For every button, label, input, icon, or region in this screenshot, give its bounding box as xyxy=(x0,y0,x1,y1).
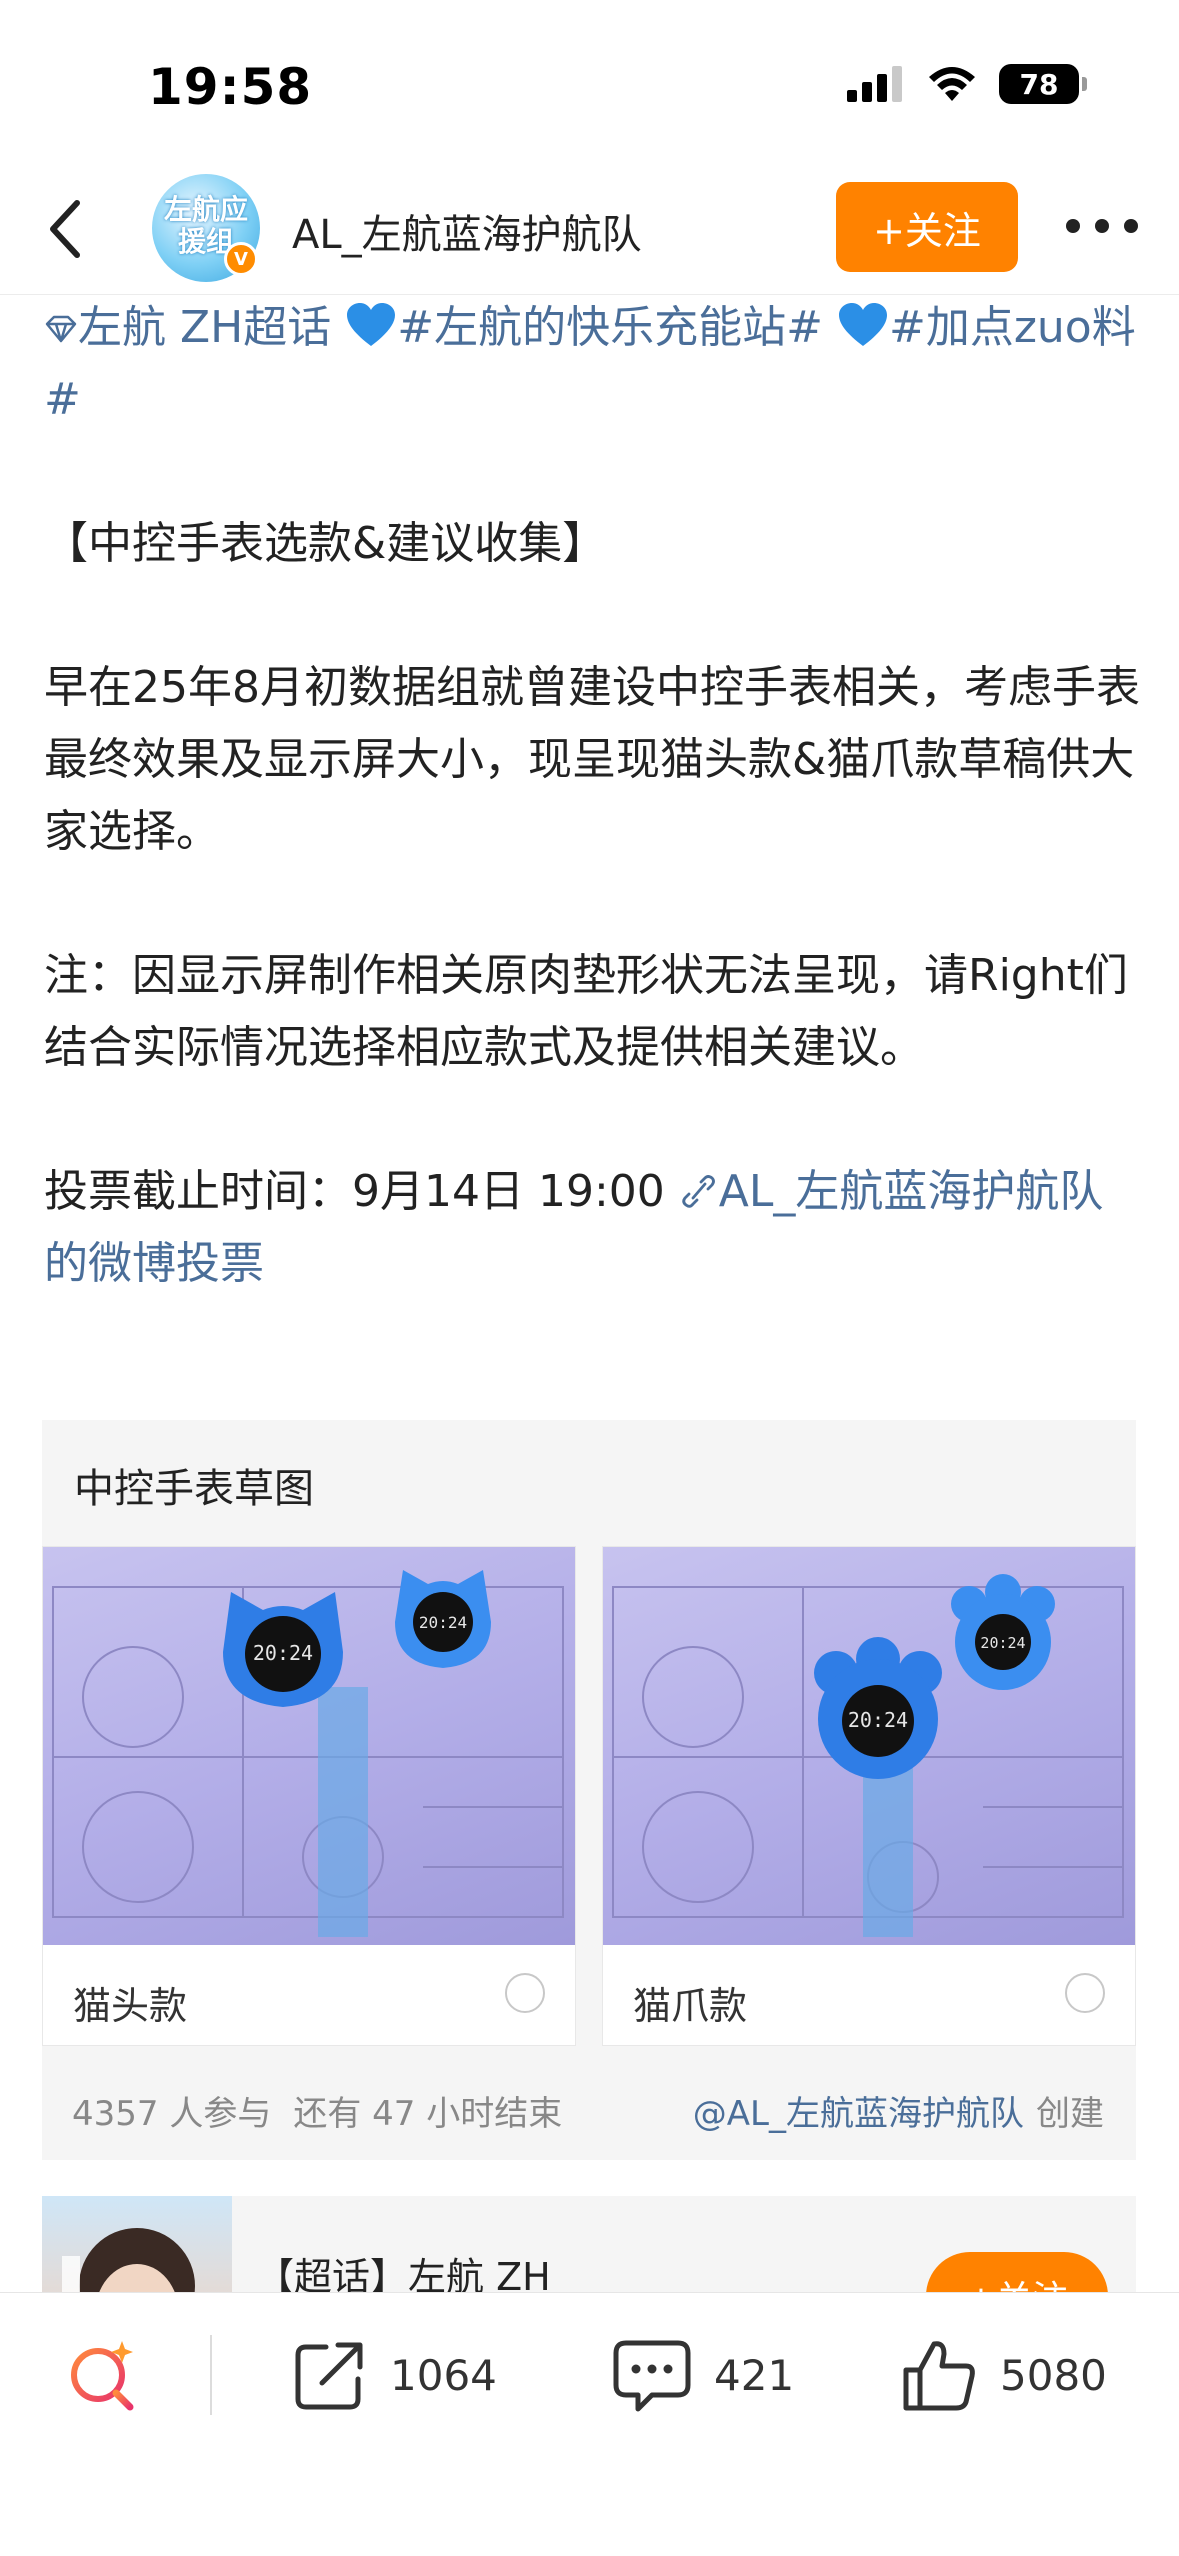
more-dot-icon xyxy=(1066,219,1080,233)
poll-card: 中控手表草图 20:24 20:24 猫头款 20:24 20:24 猫爪款 4… xyxy=(42,1420,1136,2160)
blue-heart-icon xyxy=(838,303,887,346)
cat-head-watch-image: 20:24 20:24 xyxy=(43,1547,575,1945)
super-topic-link[interactable]: 左航 ZH超话 xyxy=(44,302,345,353)
blue-heart-icon xyxy=(347,303,396,346)
poll-title: 中控手表草图 xyxy=(74,1466,314,1512)
post-body: 左航 ZH超话 #左航的快乐充能站# #加点zuo料# 【中控手表选款&建议收集… xyxy=(44,292,1144,1300)
share-count: 1064 xyxy=(390,2350,497,2400)
nav-header: 左航应援组 V AL_左航蓝海护航队 +关注 xyxy=(0,170,1179,295)
watch-face-time: 20:24 xyxy=(253,1641,313,1665)
thumbs-up-icon xyxy=(903,2341,975,2411)
share-button[interactable]: 1064 xyxy=(292,2335,497,2415)
super-topic-label: 左航 ZH超话 xyxy=(78,302,332,353)
more-dot-icon xyxy=(1095,219,1109,233)
link-icon xyxy=(682,1175,715,1208)
watch-face-time: 20:24 xyxy=(980,1634,1025,1652)
poll-option-label: 猫头款 xyxy=(73,1984,188,2028)
topic-line: 左航 ZH超话 #左航的快乐充能站# #加点zuo料# xyxy=(44,292,1144,436)
poll-stats: 4357 人参与 还有 47 小时结束 xyxy=(72,2086,584,2135)
poll-creator-link[interactable]: @AL_左航蓝海护航队 xyxy=(693,2094,1024,2134)
poll-option-cat-paw[interactable]: 20:24 20:24 猫爪款 xyxy=(602,1546,1136,2046)
chevron-left-icon xyxy=(50,200,80,258)
comment-icon xyxy=(613,2340,691,2412)
follow-button[interactable]: +关注 xyxy=(836,182,1018,272)
battery-indicator: 78 xyxy=(999,64,1087,104)
hashtag-link[interactable]: #左航的快乐充能站# xyxy=(397,302,823,353)
like-count: 5080 xyxy=(1000,2350,1107,2400)
sparkle-search-icon xyxy=(71,2341,134,2411)
back-button[interactable] xyxy=(30,194,100,264)
post-heading: 【中控手表选款&建议收集】 xyxy=(44,518,607,569)
verified-badge-icon: V xyxy=(224,242,258,276)
more-dot-icon xyxy=(1124,219,1138,233)
post-paragraph: 早在25年8月初数据组就曾建设中控手表相关，考虑手表最终效果及显示屏大小，现呈现… xyxy=(44,662,1140,857)
cat-paw-watch-image: 20:24 20:24 xyxy=(603,1547,1135,1945)
poll-creator: @AL_左航蓝海护航队 创建 xyxy=(693,2086,1104,2135)
poll-remaining: 还有 47 小时结束 xyxy=(293,2094,563,2134)
poll-created-label: 创建 xyxy=(1036,2094,1104,2134)
post-paragraph: 注：因显示屏制作相关原肉垫形状无法呈现，请Right们结合实际情况选择相应款式及… xyxy=(44,950,1128,1073)
comment-count: 421 xyxy=(714,2350,795,2400)
watch-face-time: 20:24 xyxy=(419,1613,467,1632)
status-time: 19:58 xyxy=(148,58,313,116)
diamond-icon xyxy=(45,315,77,343)
signal-icon xyxy=(847,66,902,102)
status-icons: 78 xyxy=(847,64,1087,104)
poll-option-cat-head[interactable]: 20:24 20:24 猫头款 xyxy=(42,1546,576,2046)
bottom-action-bar: 1064 421 5080 xyxy=(0,2292,1179,2556)
poll-radio[interactable] xyxy=(505,1973,545,2013)
comment-button[interactable]: 421 xyxy=(612,2335,794,2415)
account-name[interactable]: AL_左航蓝海护航队 xyxy=(292,202,642,260)
ai-search-button[interactable] xyxy=(64,2335,144,2415)
deadline-line: 投票截止时间：9月14日 19:00 AL_左航蓝海护航队的微博投票 xyxy=(44,1156,1144,1300)
like-button[interactable]: 5080 xyxy=(900,2335,1107,2415)
more-options-button[interactable] xyxy=(1066,206,1138,246)
divider xyxy=(210,2335,212,2415)
status-bar: 19:58 78 xyxy=(0,0,1179,170)
poll-option-label: 猫爪款 xyxy=(633,1984,748,2028)
watch-face-time: 20:24 xyxy=(848,1708,908,1732)
poll-participants: 4357 人参与 xyxy=(72,2094,272,2134)
poll-radio[interactable] xyxy=(1065,1973,1105,2013)
share-icon xyxy=(295,2342,363,2410)
deadline-text: 投票截止时间：9月14日 19:00 xyxy=(44,1166,665,1217)
wifi-icon xyxy=(929,67,975,101)
